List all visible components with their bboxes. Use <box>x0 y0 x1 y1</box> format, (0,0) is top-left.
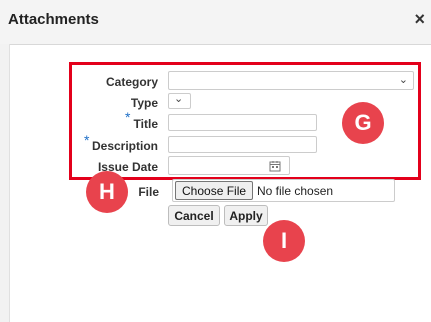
cancel-button[interactable]: Cancel <box>168 205 220 226</box>
annotation-badge-i: I <box>263 220 305 262</box>
file-label: File <box>138 185 159 199</box>
annotation-badge-h: H <box>86 171 128 213</box>
annotation-badge-g: G <box>342 102 384 144</box>
close-icon[interactable]: × <box>414 9 425 30</box>
choose-file-button[interactable]: Choose File <box>175 181 254 200</box>
dialog-titlebar: Attachments × <box>0 0 431 45</box>
dialog-title: Attachments <box>8 11 99 28</box>
file-input[interactable]: Choose File No file chosen <box>172 179 395 202</box>
attachments-dialog: Attachments × Category ⌄ Type ⌄ * Title … <box>0 0 431 322</box>
dialog-left-edge <box>0 44 10 322</box>
apply-button[interactable]: Apply <box>224 205 268 226</box>
no-file-text: No file chosen <box>257 184 334 198</box>
